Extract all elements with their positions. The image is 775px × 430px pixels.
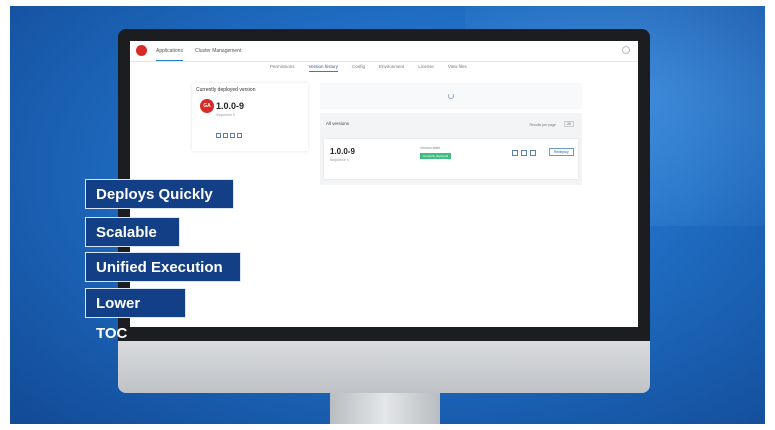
app-badge-icon: GA bbox=[200, 99, 214, 113]
redeploy-button[interactable]: Redeploy bbox=[549, 148, 574, 156]
action-icon-3[interactable] bbox=[230, 133, 235, 138]
versions-title: All versions bbox=[326, 121, 350, 126]
help-icon[interactable] bbox=[622, 46, 630, 54]
deployed-actions bbox=[216, 133, 242, 138]
tab-license[interactable]: License bbox=[418, 64, 434, 72]
monitor-stand bbox=[330, 393, 440, 424]
tab-config[interactable]: Config bbox=[352, 64, 365, 72]
rows-per-page-select[interactable]: 20 bbox=[564, 121, 574, 127]
tab-version-history[interactable]: Version history bbox=[308, 64, 339, 72]
tab-permissions[interactable]: Permissions bbox=[270, 64, 295, 72]
action-icon-1[interactable] bbox=[216, 133, 221, 138]
row-state-label: Version state bbox=[420, 146, 441, 150]
top-nav: Applications Cluster Management bbox=[156, 41, 241, 61]
deployed-card-title: Currently deployed version bbox=[196, 87, 256, 93]
loading-panel bbox=[320, 83, 582, 109]
tab-environment[interactable]: Environment bbox=[379, 64, 404, 72]
label-unified-execution: Unified Execution bbox=[85, 252, 241, 282]
versions-panel: All versions Results per page 20 1.0.0-9… bbox=[320, 113, 582, 185]
status-badge: Currently deployed bbox=[420, 153, 452, 159]
tab-view-files[interactable]: View files bbox=[448, 64, 467, 72]
label-lower-toc: Lower TOC bbox=[85, 288, 186, 342]
nav-applications[interactable]: Applications bbox=[156, 41, 183, 61]
tab-bar: Permissions Version history Config Envir… bbox=[270, 64, 467, 72]
monitor-chin bbox=[118, 341, 650, 393]
action-icon-4[interactable] bbox=[237, 133, 242, 138]
label-scalable: Scalable bbox=[85, 217, 180, 247]
label-deploys-quickly: Deploys Quickly bbox=[85, 179, 234, 209]
nav-cluster-management[interactable]: Cluster Management bbox=[195, 41, 241, 61]
version-row: 1.0.0-9 Sequence 5 Version state Current… bbox=[324, 139, 578, 179]
action-icon-2[interactable] bbox=[223, 133, 228, 138]
row-action-icon-3[interactable] bbox=[530, 150, 536, 156]
top-bar: Applications Cluster Management bbox=[130, 41, 638, 62]
row-action-icon-2[interactable] bbox=[521, 150, 527, 156]
row-actions bbox=[512, 150, 536, 156]
deployed-sequence: Sequence 5 bbox=[216, 113, 235, 117]
rows-per-page-label: Results per page bbox=[529, 123, 556, 127]
row-sequence: Sequence 5 bbox=[330, 158, 349, 162]
row-action-icon-1[interactable] bbox=[512, 150, 518, 156]
deployed-version: 1.0.0-9 bbox=[216, 101, 245, 111]
loading-spinner-icon bbox=[448, 93, 454, 99]
deployed-version-card: Currently deployed version GA 1.0.0-9 Se… bbox=[192, 83, 308, 151]
row-version: 1.0.0-9 bbox=[330, 147, 355, 156]
app-logo-icon bbox=[136, 45, 147, 56]
